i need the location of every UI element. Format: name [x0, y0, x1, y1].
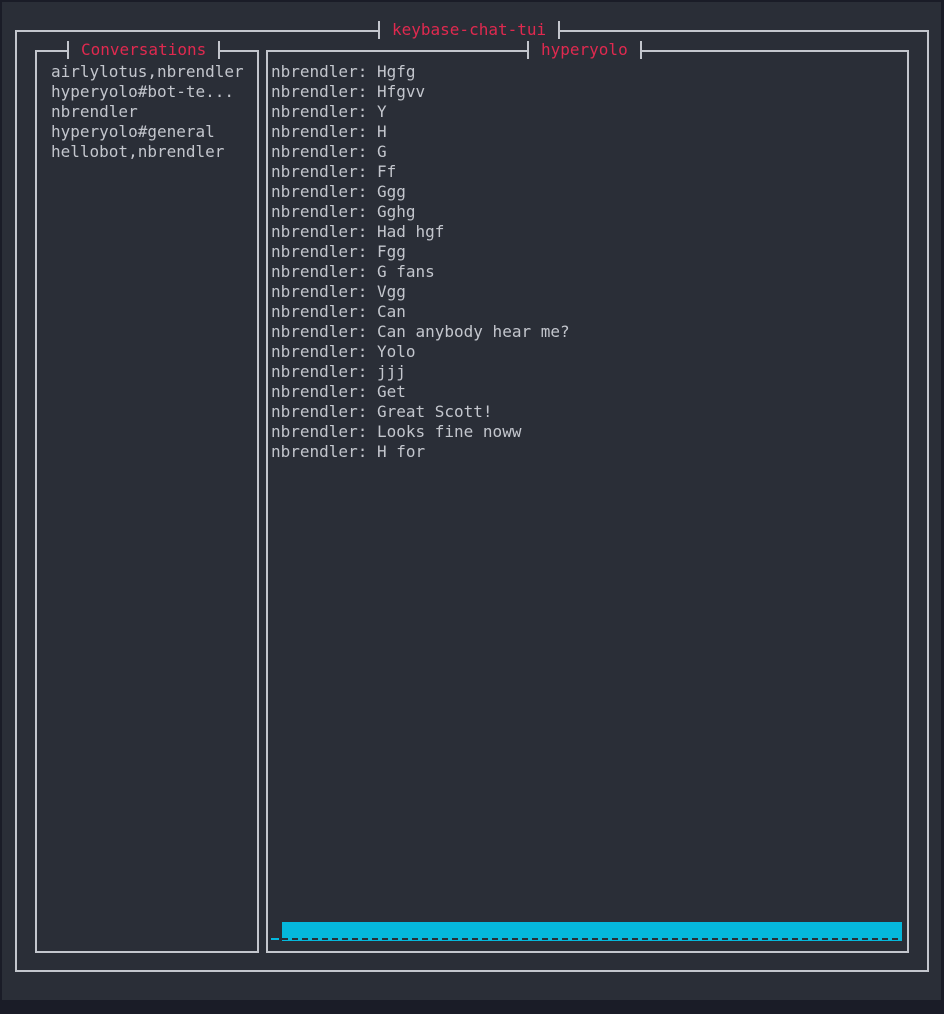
message: nbrendler: Ggg — [271, 182, 406, 201]
conversation-item[interactable]: hyperyolo#bot-te... — [51, 82, 244, 102]
message: nbrendler: Hfgvv — [271, 82, 426, 101]
conversation-item[interactable]: hellobot,nbrendler — [51, 142, 244, 162]
message-input[interactable] — [282, 922, 902, 941]
chat-title: hyperyolo — [527, 40, 642, 60]
conversations-title: Conversations — [67, 40, 221, 60]
message: nbrendler: jjj — [271, 362, 406, 381]
message: nbrendler: H for — [271, 442, 426, 461]
message: nbrendler: Gghg — [271, 202, 416, 221]
message: nbrendler: Looks fine noww — [271, 422, 522, 441]
message: nbrendler: Yolo — [271, 342, 416, 361]
message: nbrendler: Y — [271, 102, 387, 121]
conversation-item[interactable]: airlylotus,nbrendler — [51, 62, 244, 82]
conversation-item[interactable]: hyperyolo#general — [51, 122, 244, 142]
message: nbrendler: Hgfg — [271, 62, 416, 81]
conversation-item[interactable]: nbrendler — [51, 102, 244, 122]
message: nbrendler: Can — [271, 302, 406, 321]
message: nbrendler: G fans — [271, 262, 435, 281]
message-list: nbrendler: Hgfg nbrendler: Hfgvv nbrendl… — [271, 62, 570, 462]
message: nbrendler: Get — [271, 382, 406, 401]
message: nbrendler: G — [271, 142, 387, 161]
conversation-list: airlylotus,nbrendler hyperyolo#bot-te...… — [51, 62, 244, 162]
conversations-panel: Conversations airlylotus,nbrendler hyper… — [35, 40, 259, 953]
message: nbrendler: Fgg — [271, 242, 406, 261]
message: nbrendler: Can anybody hear me? — [271, 322, 570, 341]
message: nbrendler: Ff — [271, 162, 397, 181]
message: nbrendler: H — [271, 122, 387, 141]
message: nbrendler: Vgg — [271, 282, 406, 301]
chat-panel: hyperyolo nbrendler: Hgfg nbrendler: Hfg… — [266, 40, 909, 953]
input-cursor — [271, 938, 279, 940]
terminal-window: keybase-chat-tui Conversations airlylotu… — [2, 2, 941, 1000]
app-title: keybase-chat-tui — [378, 20, 561, 40]
message: nbrendler: Great Scott! — [271, 402, 493, 421]
message: nbrendler: Had hgf — [271, 222, 445, 241]
